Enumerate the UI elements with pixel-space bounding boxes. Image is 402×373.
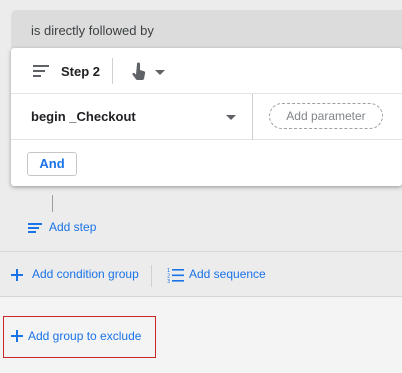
add-step-label: Add step (49, 220, 97, 234)
plus-icon (11, 330, 23, 342)
step-lines-icon (28, 223, 44, 233)
condition-header: is directly followed by (11, 10, 402, 50)
event-name[interactable]: begin _Checkout (31, 109, 136, 124)
divider (0, 251, 402, 252)
step-lines-icon (33, 65, 49, 77)
step-connector (52, 195, 53, 212)
plus-icon (11, 269, 23, 281)
sequence-list-icon: 1 2 3 (167, 268, 184, 283)
and-button[interactable]: And (27, 152, 77, 176)
add-group-to-exclude-label: Add group to exclude (28, 329, 142, 343)
divider (151, 265, 152, 287)
event-row: begin _Checkout Add parameter (11, 94, 402, 140)
chevron-down-icon (155, 70, 165, 75)
step-label: Step 2 (61, 64, 101, 79)
event-dropdown-icon[interactable] (226, 115, 236, 120)
divider (112, 58, 113, 84)
add-condition-group-label: Add condition group (32, 267, 139, 281)
svg-text:3: 3 (167, 279, 170, 283)
divider (252, 94, 253, 140)
step-card: Step 2 begin _Checkout Add parameter And (11, 48, 402, 186)
add-sequence-label: Add sequence (189, 267, 266, 281)
sequence-builder: is directly followed by Step 2 begin _Ch… (0, 0, 402, 373)
add-parameter-button[interactable]: Add parameter (269, 103, 383, 129)
add-group-to-exclude-button[interactable]: Add group to exclude (3, 316, 156, 358)
hand-pointer-icon (132, 62, 146, 81)
step-card-header: Step 2 (11, 48, 402, 94)
condition-header-text: is directly followed by (31, 23, 154, 38)
